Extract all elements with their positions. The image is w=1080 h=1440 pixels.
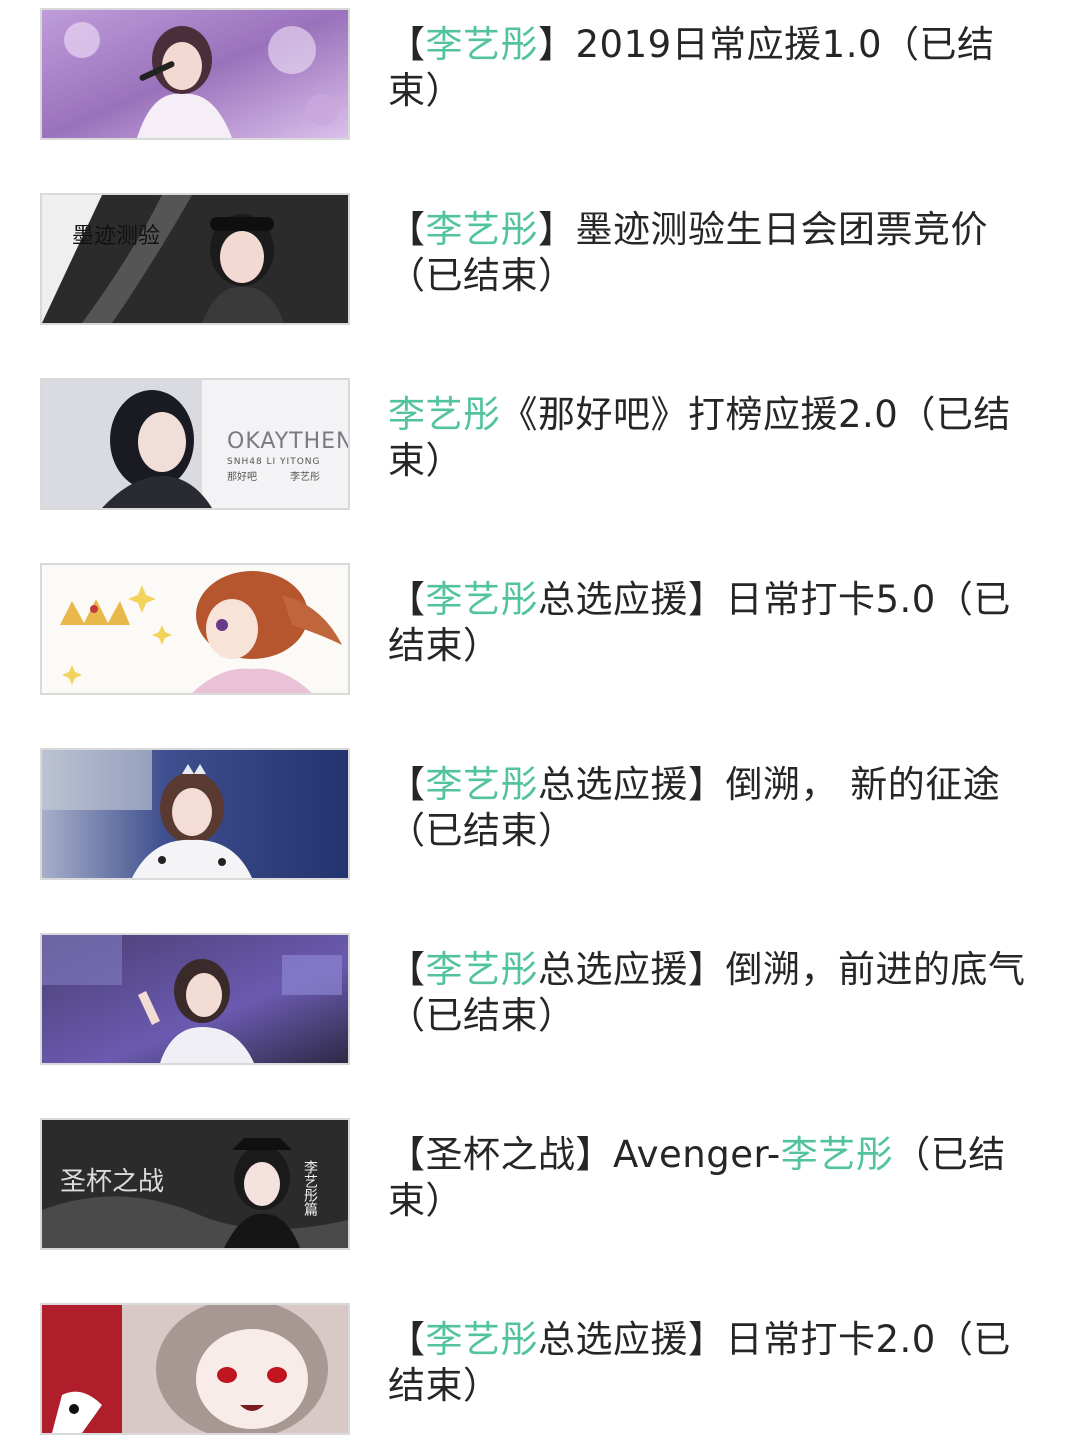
item-title[interactable]: 【李艺彤总选应援】日常打卡2.0（已结束）	[388, 1317, 1048, 1409]
highlight-name: 李艺彤	[425, 23, 538, 66]
list-item[interactable]: OKAYTHEN SNH48 LI YITONG 那好吧 李艺彤 李艺彤《那好吧…	[0, 378, 1080, 510]
thumbnail[interactable]: 墨迹测验	[40, 193, 350, 325]
thumbnail[interactable]	[40, 1303, 350, 1435]
campaign-list: 【李艺彤】2019日常应援1.0（已结束） 墨迹测验 【李艺彤】墨迹测验生日会团…	[0, 0, 1080, 1440]
item-title[interactable]: 【李艺彤总选应援】日常打卡5.0（已结束）	[388, 577, 1048, 669]
ink-portrait-photo-icon: 墨迹测验	[42, 195, 348, 323]
poster-title-text: 圣杯之战	[60, 1167, 164, 1197]
thumbnail[interactable]	[40, 933, 350, 1065]
cover-right-text: 李艺彤	[290, 470, 320, 483]
highlight-name: 李艺彤	[425, 763, 538, 806]
highlight-name: 李艺彤	[425, 208, 538, 251]
list-item[interactable]: 【李艺彤总选应援】倒溯，前进的底气（已结束）	[0, 933, 1080, 1065]
item-title[interactable]: 【李艺彤】2019日常应援1.0（已结束）	[388, 22, 1048, 114]
thumbnail[interactable]	[40, 8, 350, 140]
cover-left-text: 那好吧	[227, 471, 257, 483]
list-item[interactable]: 【李艺彤总选应援】倒溯， 新的征途（已结束）	[0, 748, 1080, 880]
cover-title-text: OKAYTHEN	[227, 429, 348, 454]
item-title[interactable]: 李艺彤《那好吧》打榜应援2.0（已结束）	[388, 392, 1048, 484]
list-item[interactable]: 【李艺彤总选应援】日常打卡2.0（已结束）	[0, 1303, 1080, 1435]
single-cover-photo-icon: OKAYTHEN SNH48 LI YITONG 那好吧 李艺彤	[42, 380, 348, 508]
list-item[interactable]: 圣杯之战 李艺彤篇 【圣杯之战】Avenger-李艺彤（已结束）	[0, 1118, 1080, 1250]
list-item[interactable]: 【李艺彤总选应援】日常打卡5.0（已结束）	[0, 563, 1080, 695]
anime-girl-red-eyes-icon	[42, 1305, 348, 1433]
item-title[interactable]: 【李艺彤总选应援】倒溯，前进的底气（已结束）	[388, 947, 1048, 1039]
anime-girl-illustration-icon	[42, 565, 348, 693]
list-item[interactable]: 墨迹测验 【李艺彤】墨迹测验生日会团票竞价（已结束）	[0, 193, 1080, 325]
holy-grail-poster-icon: 圣杯之战 李艺彤篇	[42, 1120, 348, 1248]
thumbnail[interactable]	[40, 748, 350, 880]
highlight-name: 李艺彤	[388, 393, 501, 436]
highlight-name: 李艺彤	[780, 1133, 894, 1176]
thumbnail[interactable]: 圣杯之战 李艺彤篇	[40, 1118, 350, 1250]
highlight-name: 李艺彤	[425, 578, 538, 621]
highlight-name: 李艺彤	[425, 948, 538, 991]
cover-subtitle-text: SNH48 LI YITONG	[227, 457, 321, 467]
list-item[interactable]: 【李艺彤】2019日常应援1.0（已结束）	[0, 8, 1080, 140]
highlight-name: 李艺彤	[425, 1318, 538, 1361]
item-title[interactable]: 【李艺彤】墨迹测验生日会团票竞价（已结束）	[388, 207, 1048, 299]
item-title[interactable]: 【圣杯之战】Avenger-李艺彤（已结束）	[388, 1132, 1048, 1224]
item-title[interactable]: 【李艺彤总选应援】倒溯， 新的征途（已结束）	[388, 762, 1048, 854]
concert-singer-photo-icon	[42, 10, 348, 138]
stage-photo-purple-icon	[42, 935, 348, 1063]
thumbnail[interactable]: OKAYTHEN SNH48 LI YITONG 那好吧 李艺彤	[40, 378, 350, 510]
poster-side-text: 李艺彤篇	[302, 1160, 318, 1216]
ink-title-overlay: 墨迹测验	[72, 224, 160, 249]
stage-photo-blue-icon	[42, 750, 348, 878]
thumbnail[interactable]	[40, 563, 350, 695]
